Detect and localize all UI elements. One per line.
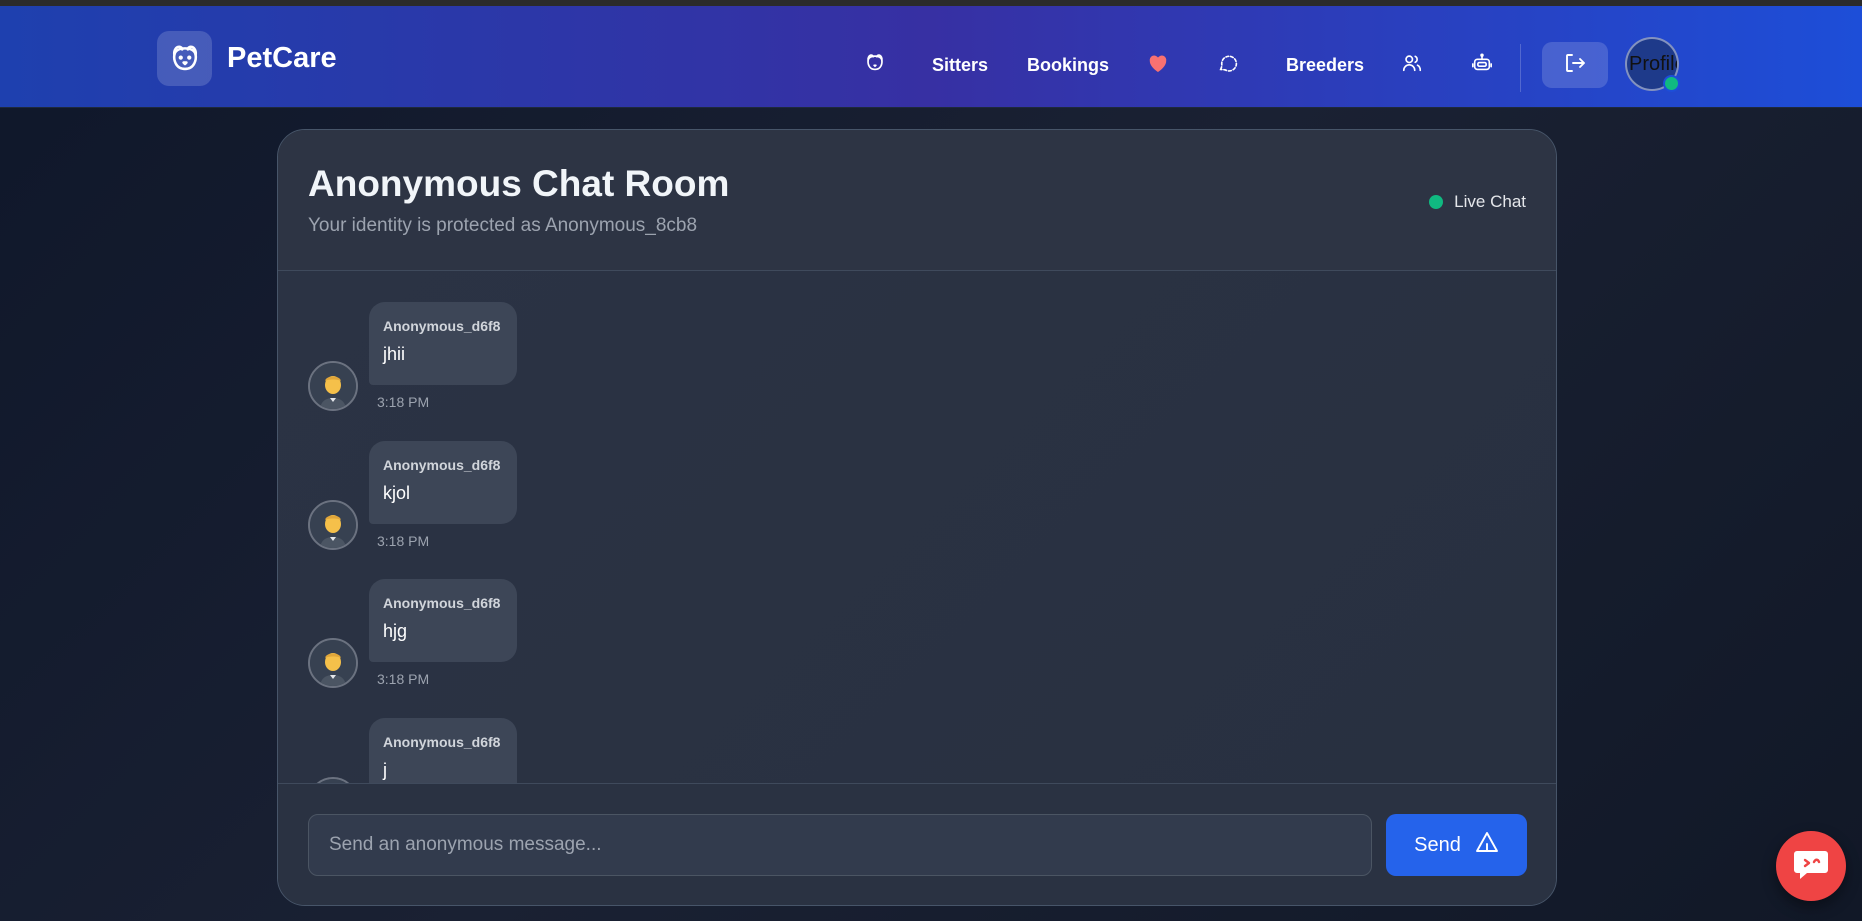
chat-room-card: Anonymous Chat Room Your identity is pro… xyxy=(277,129,1557,906)
brand[interactable]: PetCare xyxy=(157,31,337,86)
message-time: 3:18 PM xyxy=(377,394,430,410)
nav-pets[interactable] xyxy=(858,48,892,82)
logout-icon xyxy=(1563,51,1587,80)
chat-header: Anonymous Chat Room Your identity is pro… xyxy=(278,130,1556,271)
chatbot-icon xyxy=(1792,847,1830,886)
page-title: Anonymous Chat Room xyxy=(308,163,730,204)
message-composer: Send xyxy=(278,783,1556,905)
message-item: Anonymous_d6f8 kjol 3:18 PM xyxy=(308,441,908,571)
chat-bubble-icon xyxy=(1217,52,1239,79)
paw-icon xyxy=(864,52,886,79)
send-button[interactable]: Send xyxy=(1386,814,1527,876)
message-item: Anonymous_d6f8 jhii 3:18 PM xyxy=(308,302,908,432)
send-icon xyxy=(1475,831,1499,859)
message-sender: Anonymous_d6f8 xyxy=(383,318,501,334)
message-time: 3:18 PM xyxy=(377,533,430,549)
message-text: j xyxy=(383,760,387,780)
nav-sitters[interactable]: Sitters xyxy=(932,48,988,82)
heart-icon xyxy=(1147,53,1169,78)
message-bubble: Anonymous_d6f8 hjg xyxy=(369,579,517,662)
message-input[interactable] xyxy=(308,814,1372,876)
message-sender: Anonymous_d6f8 xyxy=(383,734,501,750)
nav-bookings[interactable]: Bookings xyxy=(1027,48,1109,82)
user-avatar-icon xyxy=(308,500,358,550)
message-bubble: Anonymous_d6f8 jhii xyxy=(369,302,517,385)
brand-name: PetCare xyxy=(227,42,337,74)
nav-breeders[interactable]: Breeders xyxy=(1286,48,1364,82)
message-item: Anonymous_d6f8 j xyxy=(308,718,908,783)
message-time: 3:18 PM xyxy=(377,671,430,687)
message-list[interactable]: Anonymous_d6f8 jhii 3:18 PM Anonymous_d6… xyxy=(278,271,1556,783)
user-avatar-icon xyxy=(308,361,358,411)
live-status: Live Chat xyxy=(1429,192,1526,212)
message-bubble: Anonymous_d6f8 j xyxy=(369,718,517,783)
identity-subtitle: Your identity is protected as Anonymous_… xyxy=(308,215,698,236)
navbar: PetCare Sitters Bookings Breeders Profil xyxy=(0,6,1862,108)
live-indicator-dot xyxy=(1429,195,1444,209)
nav-favorites[interactable] xyxy=(1141,48,1175,82)
logout-button[interactable] xyxy=(1542,42,1608,88)
message-item: Anonymous_d6f8 hjg 3:18 PM xyxy=(308,579,908,709)
nav-chat[interactable] xyxy=(1211,48,1245,82)
message-text: kjol xyxy=(383,483,411,503)
message-text: hjg xyxy=(383,621,408,641)
live-status-label: Live Chat xyxy=(1454,192,1526,211)
dog-logo-icon xyxy=(157,31,212,86)
nav-divider xyxy=(1520,44,1521,92)
user-avatar-icon xyxy=(308,638,358,688)
users-icon xyxy=(1401,52,1423,79)
chatbot-fab-button[interactable] xyxy=(1776,831,1846,901)
message-text: jhii xyxy=(383,344,406,364)
robot-icon xyxy=(1470,52,1494,79)
message-sender: Anonymous_d6f8 xyxy=(383,595,501,611)
profile-alt-text: Profile xyxy=(1629,52,1677,75)
message-sender: Anonymous_d6f8 xyxy=(383,457,501,473)
nav-community[interactable] xyxy=(1395,48,1429,82)
nav-ai-assistant[interactable] xyxy=(1465,48,1499,82)
message-bubble: Anonymous_d6f8 kjol xyxy=(369,441,517,524)
online-status-dot xyxy=(1663,75,1680,92)
send-button-label: Send xyxy=(1414,833,1461,856)
